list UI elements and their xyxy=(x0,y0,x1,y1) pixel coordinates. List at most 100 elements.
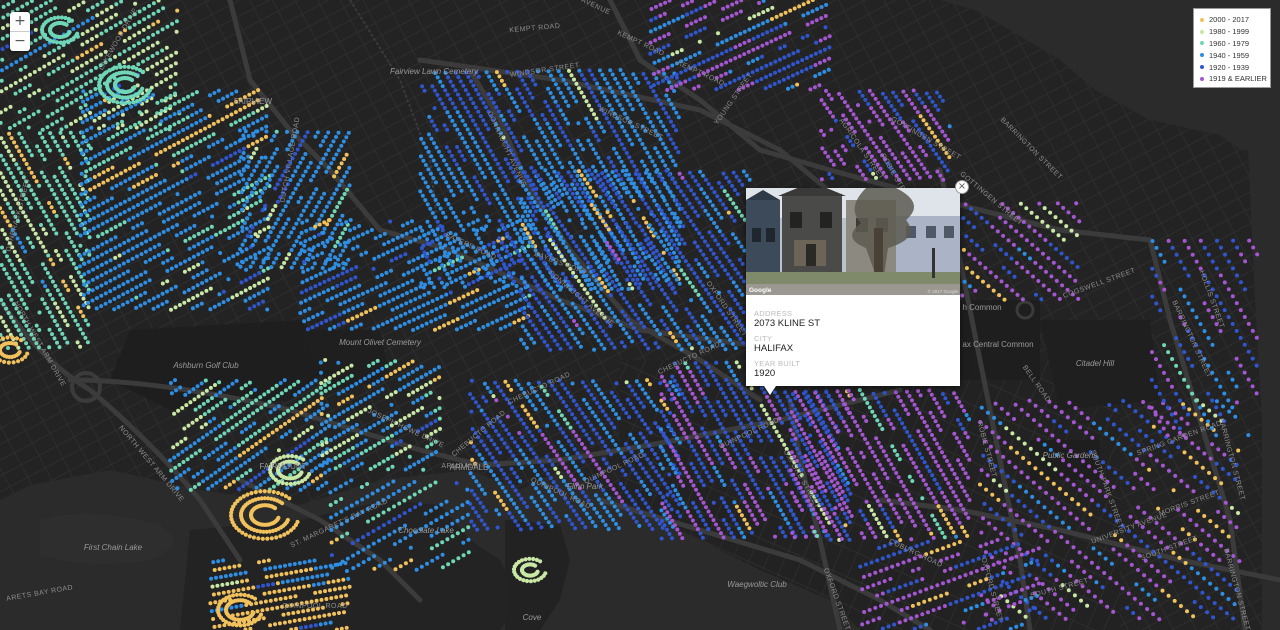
house-dot xyxy=(468,114,473,119)
house-dot xyxy=(440,101,445,106)
house-dot xyxy=(648,430,653,435)
house-dot xyxy=(569,200,574,204)
house-dot xyxy=(413,227,418,232)
house-dot xyxy=(278,424,283,429)
house-dot xyxy=(188,226,192,231)
house-dot xyxy=(208,307,213,312)
house-dot xyxy=(669,238,674,243)
house-dot xyxy=(654,469,659,474)
house-dot xyxy=(180,169,185,174)
house-dot xyxy=(697,62,702,66)
house-dot xyxy=(856,103,860,108)
house-dot xyxy=(84,71,89,76)
house-dot xyxy=(311,255,315,260)
house-dot xyxy=(684,34,689,39)
house-dot xyxy=(54,214,59,218)
house-dot xyxy=(211,163,215,167)
house-dot xyxy=(702,301,707,306)
house-dot xyxy=(384,364,389,369)
house-dot xyxy=(424,393,429,398)
house-dot xyxy=(915,110,920,115)
house-dot xyxy=(623,255,627,260)
house-dot xyxy=(345,366,350,371)
house-dot xyxy=(715,304,720,309)
house-dot xyxy=(810,9,815,14)
house-dot xyxy=(9,62,14,67)
house-dot xyxy=(761,21,765,26)
house-dot xyxy=(896,129,901,134)
house-dot xyxy=(343,227,348,231)
house-dot xyxy=(398,324,403,328)
house-dot xyxy=(941,177,946,182)
house-dot xyxy=(729,324,734,329)
house-dot xyxy=(113,214,118,219)
house-dot xyxy=(869,106,874,111)
house-dot xyxy=(373,464,377,469)
house-dot xyxy=(89,47,94,52)
house-dot xyxy=(137,30,142,35)
house-dot xyxy=(474,197,479,202)
house-dot xyxy=(78,223,83,228)
house-dot xyxy=(486,127,491,131)
house-dot xyxy=(245,481,250,486)
house-dot xyxy=(820,146,825,151)
house-dot xyxy=(66,143,70,148)
house-dot xyxy=(11,175,16,180)
house-dot xyxy=(713,207,718,212)
house-dot xyxy=(570,182,575,187)
house-dot xyxy=(95,285,100,290)
house-dot xyxy=(225,418,230,423)
house-dot xyxy=(413,237,418,242)
house-dot xyxy=(681,334,686,338)
house-dot xyxy=(634,168,639,173)
house-dot xyxy=(845,104,850,109)
map-canvas[interactable]: LAKEWOOD DRIVE KEMPT ROADKEMPT ROADAVENUE… xyxy=(0,0,1280,630)
house-dot xyxy=(586,121,591,125)
house-dot xyxy=(86,322,91,327)
house-dot xyxy=(873,96,878,101)
house-dot xyxy=(228,174,233,179)
house-dot xyxy=(83,92,88,97)
house-dot xyxy=(67,218,72,223)
house-dot xyxy=(823,25,828,30)
house-dot xyxy=(533,209,538,214)
house-dot xyxy=(548,73,553,78)
house-dot xyxy=(198,159,202,164)
house-dot xyxy=(778,24,783,28)
house-dot xyxy=(26,345,31,350)
house-dot xyxy=(666,115,671,120)
house-dot xyxy=(692,192,696,197)
house-dot xyxy=(642,324,646,329)
house-dot xyxy=(522,341,526,346)
house-dot xyxy=(350,394,354,399)
house-dot xyxy=(143,249,148,254)
house-dot xyxy=(646,80,651,85)
house-dot xyxy=(437,375,442,380)
house-dot xyxy=(601,164,606,169)
house-dot xyxy=(371,361,376,366)
house-dot xyxy=(773,37,778,42)
house-dot xyxy=(176,140,181,145)
house-dot xyxy=(863,97,868,102)
house-dot xyxy=(624,300,629,305)
house-dot xyxy=(84,138,89,143)
house-dot xyxy=(237,409,242,414)
house-dot xyxy=(267,399,272,404)
house-dot xyxy=(499,113,504,118)
house-dot xyxy=(899,133,904,138)
house-dot xyxy=(471,227,476,232)
house-dot xyxy=(482,192,487,197)
map-view[interactable]: LAKEWOOD DRIVE KEMPT ROAD KEMPT ROAD AVENUE… xyxy=(0,0,1280,630)
house-dot xyxy=(594,134,599,138)
house-dot xyxy=(436,167,441,172)
house-dot xyxy=(74,266,79,271)
house-dot xyxy=(106,110,111,115)
house-dot xyxy=(117,52,122,57)
house-dot xyxy=(233,110,238,115)
house-dot xyxy=(155,51,160,56)
house-dot xyxy=(324,419,329,424)
house-dot xyxy=(411,380,415,385)
house-dot xyxy=(490,170,495,175)
house-dot xyxy=(197,201,202,205)
house-dot xyxy=(609,390,614,395)
